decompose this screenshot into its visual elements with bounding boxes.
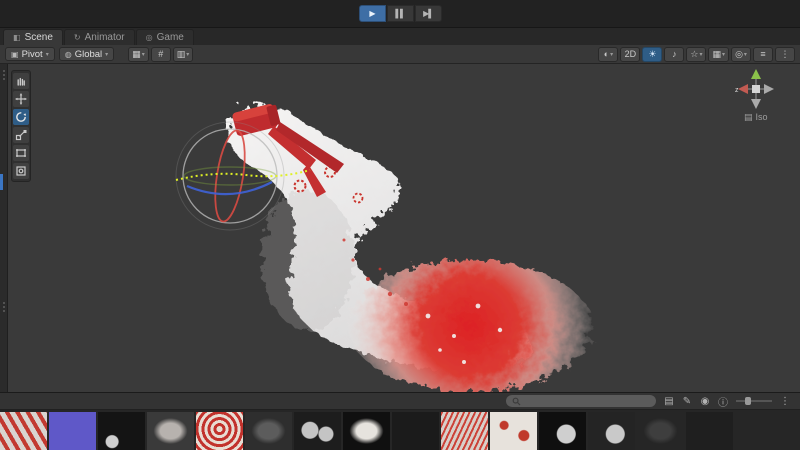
asset-thumbnail[interactable] <box>196 412 243 450</box>
grid-icon[interactable]: ▦ ▾ <box>708 46 729 62</box>
dock-handle[interactable] <box>3 302 5 304</box>
project-toolbar: ▤ ✎ ◉ ⓘ ⋮ <box>0 392 800 410</box>
scene-3d-render: z ▤ Iso <box>175 69 774 392</box>
dock-handle[interactable] <box>2 70 5 72</box>
asset-thumbnail[interactable] <box>490 412 537 450</box>
grid-view-icon[interactable]: ▤ <box>662 394 676 408</box>
asset-thumbnail[interactable] <box>588 412 635 450</box>
project-panel: ▤ ✎ ◉ ⓘ ⋮ <box>0 392 800 450</box>
tab-scene[interactable]: ◧ Scene <box>3 29 63 45</box>
step-button[interactable]: ▶▌ <box>414 5 442 22</box>
asset-thumbnail[interactable] <box>98 412 145 450</box>
asset-thumbnail[interactable] <box>392 412 439 450</box>
asset-thumbnail[interactable] <box>441 412 488 450</box>
tab-icon: ↻ <box>73 33 81 42</box>
chevron-down-icon: ▾ <box>45 51 49 58</box>
iso-label[interactable]: ▤ Iso <box>744 112 768 122</box>
asset-thumbnail[interactable] <box>294 412 341 450</box>
rotate-axis-x[interactable] <box>210 129 250 224</box>
asset-thumbnail[interactable] <box>343 412 390 450</box>
axis-x-cone[interactable] <box>738 84 748 94</box>
axis-label: z <box>735 87 739 94</box>
gizmos-icon[interactable]: ◎ ▾ <box>731 46 751 62</box>
menu-icon[interactable]: ≡ <box>753 46 773 62</box>
rotate-tool[interactable] <box>13 109 29 125</box>
tab-icon: ◎ <box>145 33 153 42</box>
asset-thumbnail[interactable] <box>49 412 96 450</box>
rect-tool[interactable] <box>13 145 29 161</box>
more-icon[interactable]: ⋮ <box>775 46 795 62</box>
tab-icon: ◧ <box>13 33 21 42</box>
rotate-axis-z[interactable] <box>186 181 273 196</box>
asset-thumbnail[interactable] <box>686 412 733 450</box>
lighting-icon[interactable]: ☀ <box>642 46 663 62</box>
axis-y-cone[interactable] <box>751 69 761 79</box>
chevron-down-icon: ▾ <box>105 51 109 58</box>
playback-controls: ▶ ▌▌ ▶▌ <box>358 5 442 22</box>
slider-knob[interactable] <box>745 397 751 405</box>
transform-tool[interactable] <box>13 163 29 179</box>
axis-y-neg-cone[interactable] <box>751 99 761 109</box>
scene-view-options: ◐ ▾ 2D ☀ ♪ ☆ ▾ ▦ ▾ ◎ ▾ ≡ ⋮ <box>598 46 795 62</box>
scene-toolbar: ▣ Pivot ▾ ◍ Global ▾ ▦ ▾ # ▥ ▾ ◐ ▾ 2D ☀ … <box>0 45 800 64</box>
tab-label: Game <box>156 32 184 43</box>
tab-label: Animator <box>84 32 125 43</box>
tab-label: Scene <box>24 32 53 43</box>
global-label: Global <box>74 48 103 60</box>
scene-area: z ▤ Iso <box>0 64 800 392</box>
edit-icon[interactable]: ✎ <box>680 394 694 408</box>
pause-button[interactable]: ▌▌ <box>386 5 414 22</box>
asset-thumbnail[interactable] <box>539 412 586 450</box>
asset-thumbnail[interactable] <box>245 412 292 450</box>
play-button[interactable]: ▶ <box>358 5 386 22</box>
thumbnail-size-slider[interactable] <box>736 395 772 407</box>
effects-icon[interactable]: ☆ ▾ <box>686 46 707 62</box>
eye-icon[interactable]: ◉ <box>698 394 712 408</box>
asset-thumbnail[interactable] <box>637 412 684 450</box>
audio-icon[interactable]: ♪ <box>664 46 685 62</box>
tab-game[interactable]: ◎ Game <box>135 29 194 45</box>
view-orientation-gizmo[interactable]: z ▤ Iso <box>735 69 774 122</box>
tool-strip <box>11 70 31 182</box>
shaded-mode-icon[interactable]: ◐ ▾ <box>598 46 619 62</box>
more-icon[interactable]: ⋮ <box>778 394 792 408</box>
axis-x-neg-cone[interactable] <box>764 84 774 94</box>
tab-animator[interactable]: ↻ Animator <box>63 29 135 45</box>
pivot-dropdown[interactable]: ▣ Pivot ▾ <box>5 47 55 61</box>
project-search[interactable] <box>506 395 656 407</box>
pivot-label: Pivot <box>21 48 43 60</box>
left-dock-strip <box>0 64 8 392</box>
slider-track <box>736 400 772 402</box>
gizmo-center-cube[interactable] <box>752 85 760 93</box>
main-toolbar: ▶ ▌▌ ▶▌ <box>0 0 800 28</box>
globe-icon: ◍ <box>64 49 72 59</box>
tail-red-tip <box>348 260 592 392</box>
project-toolbar-icons: ▤ ✎ ◉ ⓘ <box>662 394 730 409</box>
grid-snapping-icon[interactable]: ▥ ▾ <box>172 46 194 62</box>
hand-tool[interactable] <box>13 73 29 89</box>
scale-tool[interactable] <box>13 127 29 143</box>
pivot-icon: ▣ <box>11 49 19 59</box>
info-icon[interactable]: ⓘ <box>716 394 730 409</box>
search-input[interactable] <box>525 396 650 406</box>
grid-visibility-icon[interactable]: ▦ ▾ <box>128 46 149 62</box>
snap-increment-icon[interactable]: # <box>150 46 171 62</box>
asset-thumbnail[interactable] <box>147 412 194 450</box>
snap-icon-group: ▦ ▾ # ▥ ▾ <box>128 46 194 62</box>
scene-viewport[interactable]: z ▤ Iso <box>8 64 800 392</box>
selection-marker <box>0 174 3 190</box>
search-icon <box>512 397 521 405</box>
asset-grid <box>0 410 800 450</box>
fluffy-tail-model[interactable] <box>228 105 592 392</box>
asset-thumbnail[interactable] <box>0 412 47 450</box>
global-dropdown[interactable]: ◍ Global ▾ <box>58 47 115 61</box>
tab-bar: ◧ Scene ↻ Animator ◎ Game <box>0 28 800 45</box>
move-tool[interactable] <box>13 91 29 107</box>
view-2d-icon[interactable]: 2D <box>620 46 641 62</box>
